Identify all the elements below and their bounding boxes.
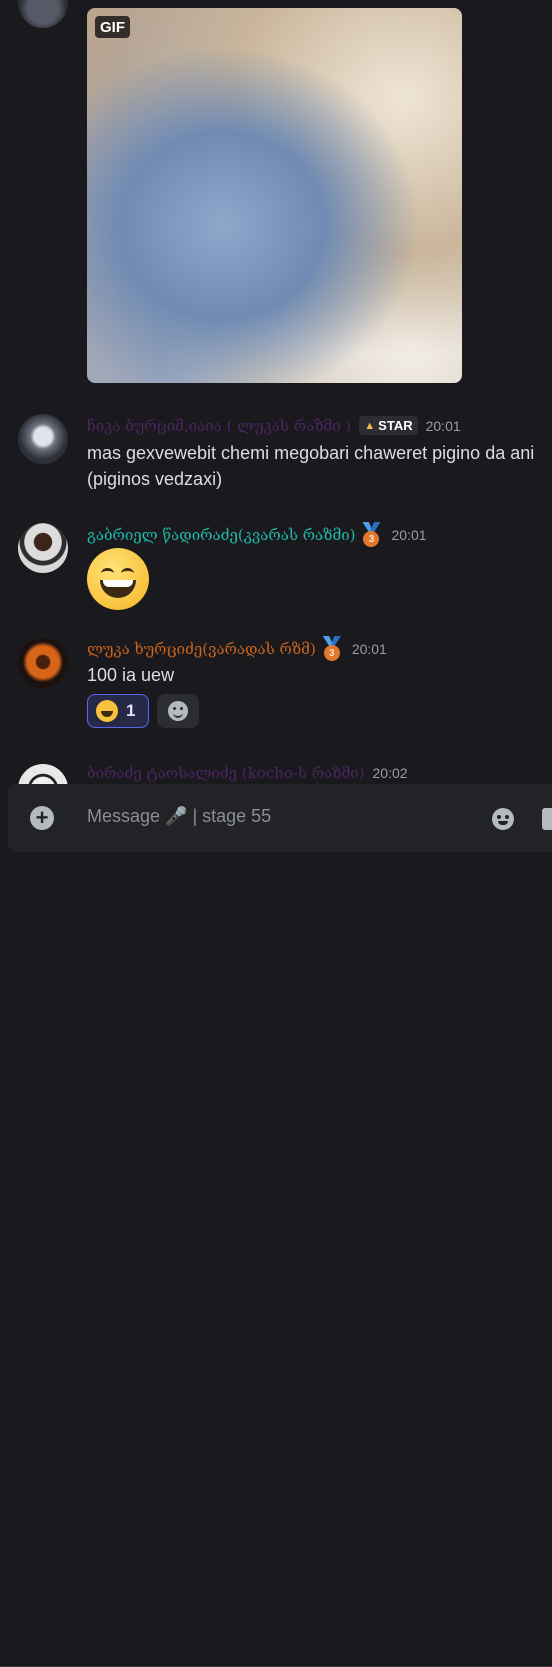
message-header: ბირაძე ტაოსალიძე (kocho-ს რაზმი) 20:02 — [87, 764, 408, 782]
author-name[interactable]: გაბრიელ წადირაძე(კვარას რაზმი) — [87, 526, 355, 544]
plus-icon[interactable]: + — [30, 806, 54, 830]
author-name[interactable]: ბირაძე ტაოსალიძე (kocho-ს რაზმი) — [87, 764, 365, 782]
message-list[interactable]: GIF ჩიკა ბურციმ,იაია ( ლუკას რაზმი ) ▲ S… — [0, 0, 552, 784]
timestamp: 20:02 — [372, 765, 408, 781]
star-tag[interactable]: ▲ STAR — [359, 416, 418, 435]
flame-icon: ▲ — [364, 419, 376, 432]
smile-icon — [168, 701, 188, 721]
gif-attachment[interactable]: GIF — [87, 8, 462, 383]
avatar[interactable] — [18, 0, 68, 28]
avatar[interactable] — [18, 523, 68, 573]
message-text: 100 ia uew — [87, 665, 175, 685]
avatar[interactable] — [18, 414, 68, 464]
timestamp: 20:01 — [391, 527, 427, 543]
message-header: ჩიკა ბურციმ,იაია ( ლუკას რაზმი ) ▲ STAR … — [87, 416, 461, 435]
emoji-picker-icon[interactable] — [492, 808, 514, 830]
message-text: mas gexvewebit chemi megobari chaweret p… — [87, 443, 535, 489]
avatar[interactable] — [18, 764, 68, 784]
timestamp: 20:01 — [425, 417, 461, 434]
bronze-medal-icon: 3 — [320, 636, 344, 662]
laughing-face-icon — [87, 548, 149, 610]
laughing-face-icon — [96, 700, 118, 722]
author-name[interactable]: ლუკა ხურციძე(ვარადას რზმ) — [87, 640, 316, 658]
message-header: გაბრიელ წადირაძე(კვარას რაზმი) 3 20:01 — [87, 522, 427, 548]
timestamp: 20:01 — [351, 641, 387, 657]
bronze-medal-icon: 3 — [359, 522, 383, 548]
message-composer[interactable]: + Message 🎤 | stage 55 — [8, 784, 552, 852]
gif-badge: GIF — [95, 16, 130, 38]
add-reaction-button[interactable] — [157, 694, 199, 728]
gift-icon[interactable] — [542, 808, 552, 830]
reaction-button[interactable]: 1 — [87, 694, 149, 728]
author-name[interactable]: ჩიკა ბურციმ,იაია ( ლუკას რაზმი ) — [87, 417, 351, 435]
message-input[interactable]: Message 🎤 | stage 55 — [87, 806, 271, 827]
message-header: ლუკა ხურციძე(ვარადას რზმ) 3 20:01 — [87, 636, 387, 662]
reaction-count: 1 — [126, 701, 136, 720]
composer-area: + Message 🎤 | stage 55 — [0, 784, 552, 1667]
avatar[interactable] — [18, 638, 68, 688]
tag-label: STAR — [378, 418, 413, 433]
